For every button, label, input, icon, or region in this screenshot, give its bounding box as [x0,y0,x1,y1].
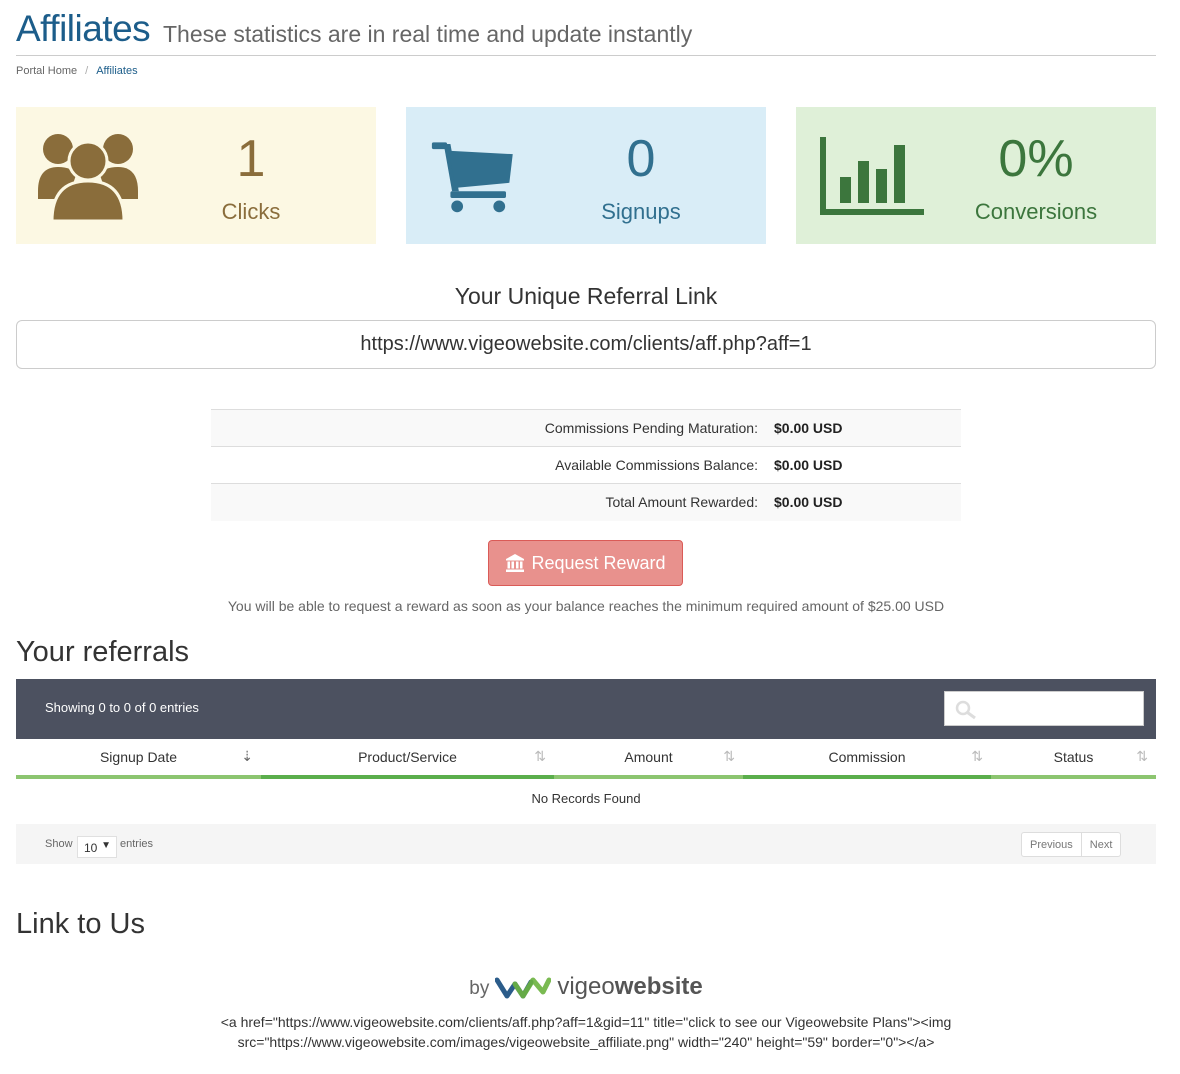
signups-tile: 0 Signups [406,107,766,244]
table-info: Showing 0 to 0 of 0 entries [45,700,199,715]
brand-name-part2: website [614,973,703,1000]
show-label: Show [45,838,73,850]
sort-icon: ⇅ [534,748,546,764]
breadcrumb-home[interactable]: Portal Home [16,65,77,77]
page-header: Affiliates These statistics are in real … [16,8,1156,56]
entries-label: entries [120,838,154,850]
clicks-count: 1 [236,130,266,188]
users-icon [38,134,138,223]
referrals-section-title: Your referrals [16,636,190,668]
chevron-down-icon: ▼ [101,840,111,851]
commission-row: Commissions Pending Maturation: $0.00 US… [211,409,961,447]
commission-row: Total Amount Rewarded: $0.00 USD [211,483,961,521]
reward-threshold-note: You will be able to request a reward as … [227,598,945,614]
column-header-product-service[interactable]: Product/Service ⇅ [261,739,554,779]
bank-icon [506,554,525,572]
commission-label: Commissions Pending Maturation: [211,409,774,447]
commission-label: Available Commissions Balance: [211,446,774,484]
referrals-table-header: Signup Date ⇣ Product/Service ⇅ Amount ⇅… [16,739,1156,779]
column-header-commission[interactable]: Commission ⇅ [743,739,991,779]
page-subtitle: These statistics are in real time and up… [163,21,693,47]
referrals-table-toolbar: Showing 0 to 0 of 0 entries [16,679,1156,739]
column-header-status[interactable]: Status ⇅ [991,739,1156,779]
page-title: Affiliates [16,8,151,49]
sort-icon: ⇅ [723,748,735,764]
referral-link-input[interactable] [16,320,1156,369]
referrals-table-footer: Show 10 ▼ entries Previous Next [16,824,1156,864]
banner-by-text: by [469,978,490,999]
commission-value: $0.00 USD [774,483,961,521]
breadcrumb: Portal Home / Affiliates [16,65,138,77]
page-size-select[interactable]: 10 ▼ [77,836,117,858]
shopping-cart-icon [431,142,513,213]
brand-name-part1: vigeo [557,973,615,1000]
table-search-input[interactable] [944,691,1144,726]
embed-code-line: src="https://www.vigeowebsite.com/images… [237,1034,935,1050]
embed-code-line: <a href="https://www.vigeowebsite.com/cl… [220,1014,952,1030]
previous-page-button[interactable]: Previous [1022,833,1081,856]
sort-icon: ⇅ [971,748,983,764]
referral-link-heading: Your Unique Referral Link [454,283,718,309]
conversions-rate: 0% [998,130,1074,188]
pagination: Previous Next [1021,832,1122,857]
clicks-label: Clicks [221,199,281,224]
column-header-signup-date[interactable]: Signup Date ⇣ [16,739,261,779]
signups-label: Signups [601,199,681,224]
conversions-tile: 0% Conversions [796,107,1156,244]
request-reward-label: Request Reward [531,552,666,573]
search-icon [955,700,976,720]
request-reward-button[interactable]: Request Reward [488,540,683,586]
banner-embed-code: <a href="https://www.vigeowebsite.com/cl… [16,1012,1156,1052]
vigeowebsite-logo-icon [495,977,552,999]
commission-value: $0.00 USD [774,446,961,484]
bar-chart-icon [820,137,924,215]
sort-icon: ⇅ [1136,748,1148,764]
commissions-table: Commissions Pending Maturation: $0.00 US… [211,409,961,521]
sort-desc-icon: ⇣ [241,748,253,764]
affiliate-banner[interactable]: by vigeowebsite [16,970,1156,1004]
signups-count: 0 [626,130,656,188]
breadcrumb-separator: / [85,65,89,77]
commission-row: Available Commissions Balance: $0.00 USD [211,446,961,484]
breadcrumb-current: Affiliates [96,65,138,77]
column-header-amount[interactable]: Amount ⇅ [554,739,743,779]
conversions-label: Conversions [974,199,1098,224]
page-size-value: 10 [84,841,98,855]
commission-value: $0.00 USD [774,409,961,447]
clicks-tile: 1 Clicks [16,107,376,244]
next-page-button[interactable]: Next [1080,833,1121,856]
no-records-message: No Records Found [531,791,641,806]
link-to-us-title: Link to Us [16,908,145,940]
commission-label: Total Amount Rewarded: [211,483,774,521]
